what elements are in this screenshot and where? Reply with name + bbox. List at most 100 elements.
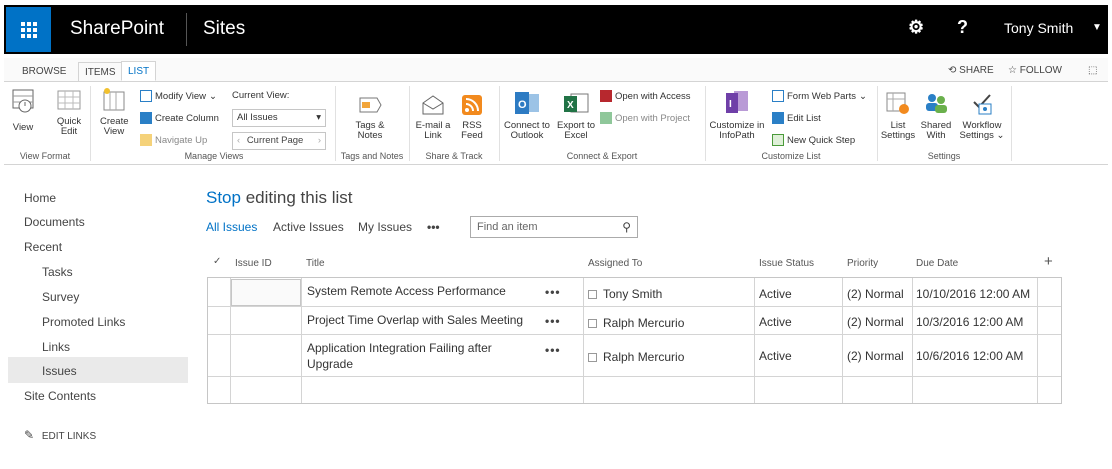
follow-button[interactable]: ☆ FOLLOW bbox=[1008, 65, 1062, 76]
more-views-button[interactable]: ••• bbox=[427, 220, 440, 234]
ribbon-tabs: BROWSE ITEMS LIST ⟲ SHARE ☆ FOLLOW ⬚ bbox=[4, 58, 1108, 82]
cell-issue-status[interactable]: Active bbox=[759, 349, 792, 363]
cell-due-date[interactable]: 10/10/2016 12:00 AM bbox=[916, 287, 1030, 301]
current-page-label: Current Page bbox=[246, 135, 304, 146]
suitebar-divider bbox=[186, 13, 187, 46]
tab-items[interactable]: ITEMS bbox=[78, 62, 123, 82]
user-name[interactable]: Tony Smith bbox=[1004, 20, 1073, 36]
assigned-name: Tony Smith bbox=[603, 287, 663, 301]
group-separator bbox=[1011, 86, 1012, 161]
edit-list-button[interactable]: Edit List bbox=[772, 112, 821, 124]
nav-item-survey[interactable]: Survey bbox=[42, 290, 79, 304]
app-launcher-button[interactable] bbox=[6, 7, 51, 52]
excel-label-2: Excel bbox=[564, 130, 588, 141]
current-view-select[interactable]: All Issues ▾ bbox=[232, 109, 326, 127]
edit-links-button[interactable]: ✎ EDIT LINKS bbox=[24, 428, 96, 442]
rss-label-2: Feed bbox=[461, 130, 483, 141]
current-page-pager[interactable]: ‹ Current Page › bbox=[232, 132, 326, 150]
open-access-label: Open with Access bbox=[615, 90, 691, 102]
chevron-down-icon[interactable]: ▼ bbox=[1092, 22, 1102, 33]
list-settings-button[interactable]: List Settings bbox=[880, 90, 916, 141]
email-link-button[interactable]: E-mail a Link bbox=[414, 94, 452, 141]
view-button[interactable]: View bbox=[10, 88, 36, 133]
nav-item-documents[interactable]: Documents bbox=[24, 215, 85, 229]
cell-title[interactable]: System Remote Access Performance bbox=[307, 284, 506, 298]
row-menu-button[interactable]: ••• bbox=[545, 343, 561, 357]
brand-title[interactable]: SharePoint bbox=[70, 18, 164, 40]
customize-infopath-button[interactable]: I Customize in InfoPath bbox=[708, 88, 766, 141]
stop-editing-link[interactable]: Stop bbox=[206, 188, 241, 207]
nav-item-home[interactable]: Home bbox=[24, 191, 56, 205]
open-project-button[interactable]: Open with Project bbox=[600, 112, 690, 124]
active-cell-issue-id[interactable] bbox=[231, 279, 301, 306]
workflow-label-2: Settings bbox=[959, 130, 994, 141]
column-header-issue-status[interactable]: Issue Status bbox=[759, 258, 814, 269]
row-menu-button[interactable]: ••• bbox=[545, 314, 561, 328]
create-column-button[interactable]: Create Column bbox=[140, 112, 219, 124]
column-header-due-date[interactable]: Due Date bbox=[916, 258, 958, 269]
page-heading-text: editing this list bbox=[240, 188, 353, 207]
nav-item-links[interactable]: Links bbox=[42, 340, 70, 354]
open-access-button[interactable]: Open with Access bbox=[600, 90, 691, 102]
nav-item-promoted-links[interactable]: Promoted Links bbox=[42, 315, 125, 329]
cell-assigned-to[interactable]: Ralph Mercurio bbox=[588, 350, 684, 364]
export-excel-button[interactable]: X Export to Excel bbox=[554, 90, 598, 141]
search-icon[interactable]: ⚲ bbox=[622, 220, 631, 234]
share-icon: ⟲ bbox=[948, 65, 957, 76]
cell-assigned-to[interactable]: Tony Smith bbox=[588, 287, 662, 301]
grid-col-line bbox=[301, 278, 302, 403]
app-title[interactable]: Sites bbox=[203, 18, 245, 40]
cell-priority[interactable]: (2) Normal bbox=[847, 349, 904, 363]
view-active-issues[interactable]: Active Issues bbox=[273, 220, 344, 234]
tab-list[interactable]: LIST bbox=[121, 61, 157, 81]
chevron-down-icon: ⌄ bbox=[996, 130, 1005, 141]
view-all-issues[interactable]: All Issues bbox=[206, 220, 257, 234]
cell-assigned-to[interactable]: Ralph Mercurio bbox=[588, 316, 684, 330]
tags-notes-button[interactable]: Tags & Notes bbox=[350, 94, 390, 141]
excel-icon: X bbox=[564, 93, 589, 113]
presence-box-icon bbox=[588, 319, 597, 328]
connect-outlook-button[interactable]: O Connect to Outlook bbox=[502, 90, 552, 141]
column-header-assigned-to[interactable]: Assigned To bbox=[588, 258, 642, 269]
navigate-up-button[interactable]: Navigate Up bbox=[140, 134, 207, 146]
focus-content-icon[interactable]: ⬚ bbox=[1088, 65, 1097, 76]
column-header-priority[interactable]: Priority bbox=[847, 258, 878, 269]
presence-box-icon bbox=[588, 353, 597, 362]
cell-due-date[interactable]: 10/6/2016 12:00 AM bbox=[916, 349, 1023, 363]
column-header-title[interactable]: Title bbox=[306, 258, 325, 269]
nav-item-site-contents[interactable]: Site Contents bbox=[24, 389, 96, 403]
cell-priority[interactable]: (2) Normal bbox=[847, 315, 904, 329]
new-quick-step-button[interactable]: New Quick Step bbox=[772, 134, 855, 146]
cell-title-line-2[interactable]: Upgrade bbox=[307, 357, 353, 371]
group-label-connect-export: Connect & Export bbox=[566, 151, 638, 161]
group-separator bbox=[705, 86, 706, 161]
shared-with-button[interactable]: Shared With bbox=[918, 90, 954, 141]
nav-item-issues[interactable]: Issues bbox=[42, 364, 77, 378]
quick-edit-button[interactable]: Quick Edit bbox=[54, 88, 84, 137]
gear-icon[interactable]: ⚙ bbox=[908, 17, 924, 38]
create-view-button[interactable]: Create View bbox=[100, 88, 129, 137]
select-all-checkmark-icon[interactable]: ✓ bbox=[213, 256, 221, 267]
cell-priority[interactable]: (2) Normal bbox=[847, 287, 904, 301]
row-menu-button[interactable]: ••• bbox=[545, 285, 561, 299]
add-column-button[interactable]: + bbox=[1044, 253, 1053, 270]
cell-issue-status[interactable]: Active bbox=[759, 287, 792, 301]
help-icon[interactable]: ? bbox=[957, 17, 968, 38]
nav-item-tasks[interactable]: Tasks bbox=[42, 265, 73, 279]
cell-title-line-1[interactable]: Application Integration Failing after bbox=[307, 341, 492, 355]
cell-title[interactable]: Project Time Overlap with Sales Meeting bbox=[307, 313, 523, 327]
group-separator bbox=[877, 86, 878, 161]
view-my-issues[interactable]: My Issues bbox=[358, 220, 412, 234]
search-input[interactable]: Find an item ⚲ bbox=[470, 216, 638, 238]
rss-feed-button[interactable]: RSS Feed bbox=[456, 94, 488, 141]
share-button[interactable]: ⟲ SHARE bbox=[948, 65, 994, 76]
workflow-settings-button[interactable]: Workflow Settings ⌄ bbox=[957, 90, 1007, 141]
grid-col-line bbox=[842, 278, 843, 403]
cell-issue-status[interactable]: Active bbox=[759, 315, 792, 329]
quick-edit-label-2: Edit bbox=[60, 126, 78, 137]
tab-browse[interactable]: BROWSE bbox=[16, 62, 72, 82]
form-web-parts-button[interactable]: Form Web Parts ⌄ bbox=[772, 90, 867, 102]
modify-view-button[interactable]: Modify View ⌄ bbox=[140, 90, 217, 102]
cell-due-date[interactable]: 10/3/2016 12:00 AM bbox=[916, 315, 1023, 329]
column-header-issue-id[interactable]: Issue ID bbox=[235, 258, 272, 269]
